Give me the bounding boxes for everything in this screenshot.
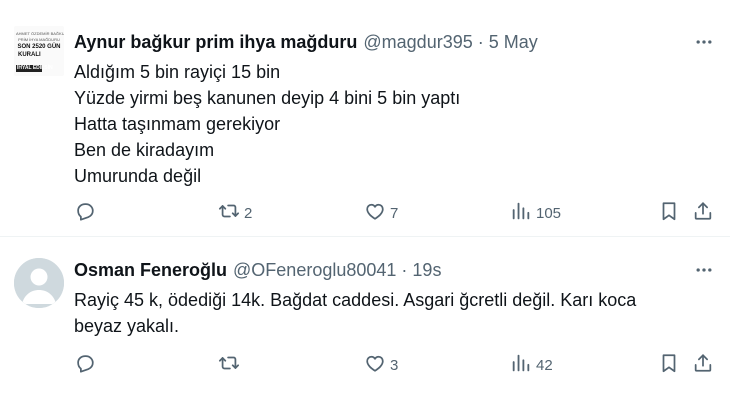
like-button[interactable]: 7 [364, 199, 398, 227]
avatar-text: SON 2520 GÜN [17, 44, 61, 50]
share-icon [692, 200, 714, 226]
avatar-text: İHYAL EDİLSİN [16, 65, 53, 72]
avatar[interactable]: AHMET ÖZDEMİR BAĞKUR PRİM İHYA MAĞDURU S… [14, 26, 64, 76]
tweet-text-line: Yüzde yirmi beş kanunen deyip 4 bini 5 b… [74, 88, 461, 108]
tweet-text-line: Aldığım 5 bin rayiçi 15 bin [74, 62, 281, 82]
tweet-text: Aldığım 5 bin rayiçi 15 bin Yüzde yirmi … [74, 59, 710, 189]
retweet-button[interactable] [218, 351, 244, 379]
bookmark-icon [658, 352, 680, 378]
retweet-icon [218, 200, 240, 226]
tweet-text-line: Ben de kiradayım [74, 140, 215, 160]
more-icon[interactable] [692, 258, 716, 282]
tweet-actions: 3 42 [74, 351, 716, 379]
reply-icon [74, 200, 96, 226]
views-button[interactable]: 42 [510, 351, 553, 379]
views-count: 42 [536, 356, 553, 374]
tweet-text-line: Umurunda değil [74, 166, 202, 186]
avatar[interactable] [14, 258, 64, 308]
avatar-text: KURALI [18, 52, 41, 58]
reply-icon [74, 352, 96, 378]
avatar-text: PRİM İHYA MAĞDURU [18, 37, 60, 42]
tweet[interactable]: AHMET ÖZDEMİR BAĞKUR PRİM İHYA MAĞDURU S… [0, 0, 730, 237]
tweet-text-line: Hatta taşınmam gerekiyor [74, 114, 281, 134]
timestamp[interactable]: 19s [412, 260, 441, 281]
heart-icon [364, 352, 386, 378]
views-icon [510, 352, 532, 378]
author-name[interactable]: Aynur bağkur prim ihya mağduru [74, 32, 357, 53]
bookmark-button[interactable] [658, 351, 680, 379]
share-button[interactable] [692, 199, 714, 227]
separator: · [477, 31, 484, 52]
author-name[interactable]: Osman Feneroğlu [74, 260, 227, 281]
views-button[interactable]: 105 [510, 199, 561, 227]
reply-button[interactable] [74, 199, 100, 227]
tweet-actions: 2 7 105 [74, 199, 716, 227]
avatar-text: AHMET ÖZDEMİR BAĞKUR [16, 31, 64, 36]
tweet-text: Rayiç 45 k, ödediği 14k. Bağdat caddesi.… [74, 290, 637, 336]
like-count: 3 [390, 356, 399, 374]
like-count: 7 [390, 204, 399, 222]
author-handle[interactable]: @magdur395 [363, 32, 472, 53]
retweet-icon [218, 352, 240, 378]
author-handle[interactable]: @OFeneroglu80041 [233, 260, 396, 281]
share-icon [692, 352, 714, 378]
heart-icon [364, 200, 386, 226]
views-count: 105 [536, 204, 562, 222]
reply-button[interactable] [74, 351, 100, 379]
bookmark-icon [658, 200, 680, 226]
timestamp[interactable]: 5 May [489, 32, 538, 53]
separator: · [401, 259, 408, 280]
share-button[interactable] [692, 351, 714, 379]
more-icon[interactable] [692, 30, 716, 54]
retweet-count: 2 [244, 204, 253, 222]
views-icon [510, 200, 532, 226]
bookmark-button[interactable] [658, 199, 680, 227]
like-button[interactable]: 3 [364, 351, 398, 379]
tweet-header: Aynur bağkur prim ihya mağduru @magdur39… [74, 30, 538, 54]
tweet-header: Osman Feneroğlu @OFeneroglu80041 · 19s [74, 258, 441, 282]
default-avatar-icon [14, 258, 64, 308]
retweet-button[interactable]: 2 [218, 199, 252, 227]
